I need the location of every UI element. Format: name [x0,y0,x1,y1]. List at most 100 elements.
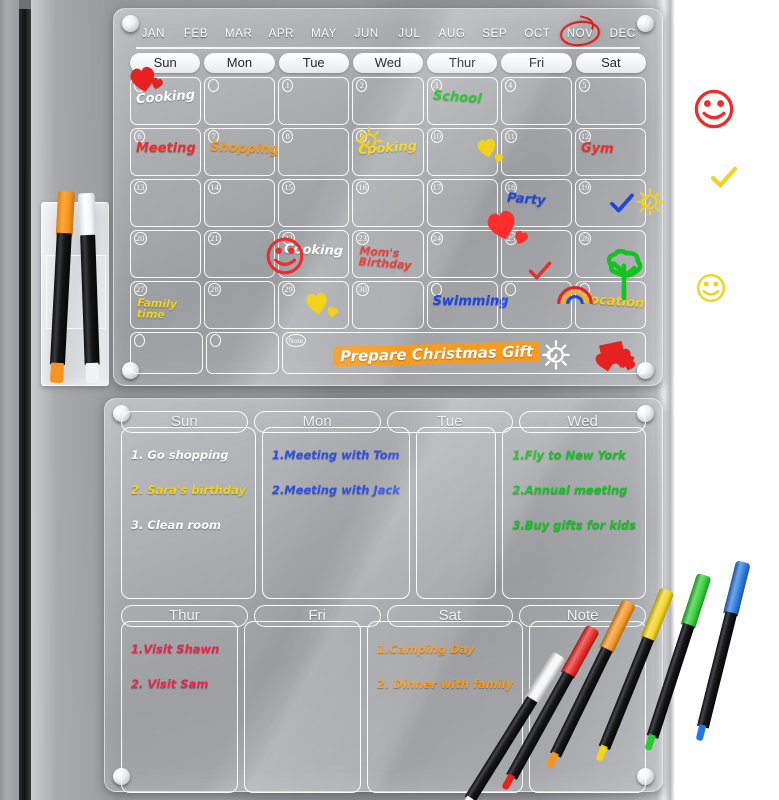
week-cell-mon[interactable]: 1.Meeting with Tom 2.Meeting with Jack [261,427,410,599]
calendar-day-number: 20 [134,232,147,245]
month-note-row[interactable]: Note Prepare Christmas Gift [130,332,646,374]
month-option-nov[interactable]: NOV [558,18,602,49]
calendar-day-number: 28 [208,283,221,296]
weekly-planner-board[interactable]: Sun Mon Tue Wed 1. Go shopping 2. Sara's bir… [104,398,663,793]
month-option-apr[interactable]: APR [260,28,303,40]
calendar-day-number [430,283,442,298]
calendar-day-cell[interactable]: 24 [426,230,498,278]
white-marker-cap [77,192,97,238]
week-cell-wed[interactable]: 1.Fly to New York 2.Annual meeting 3.Buy g… [502,427,646,599]
day-number-ring: 12 [578,130,592,143]
calendar-day-cell[interactable]: 27 Family time [130,281,202,329]
calendar-day-cell[interactable]: 11 [500,128,572,176]
calendar-day-cell[interactable]: 26 [574,230,646,278]
calendar-day-cell[interactable]: 30 [352,281,424,329]
month-option-may[interactable]: MAY [303,28,346,40]
calendar-entry-text: Mom's Birthday [358,244,413,272]
note-blank-cell-1[interactable] [130,332,203,374]
calendar-day-cell[interactable]: 16 [352,179,424,227]
week-top-body-row[interactable]: 1. Go shopping 2. Sara's birthday 3. Clean… [121,427,646,599]
calendar-day-cell[interactable] [500,281,572,329]
calendar-day-number: 8 [282,130,294,143]
month-option-label: JUN [354,28,379,40]
week-cell-thur[interactable]: 1.Visit Shawn 2. Visit Sam [121,621,238,793]
calendar-day-cell[interactable]: 8 [278,128,350,176]
sticker-heart-red-note-small [619,353,635,368]
week-cell-sat[interactable]: 1.Camping Day 2. Dinner with family [366,621,524,793]
calendar-day-cell[interactable]: 25 [500,230,572,278]
calendar-day-cell[interactable]: Cooking [130,77,202,125]
calendar-day-cell[interactable]: 17 [426,179,498,227]
calendar-day-cell[interactable]: 5 [574,77,646,125]
note-wide-cell[interactable]: Note Prepare Christmas Gift [281,332,646,374]
note-entry-text: Prepare Christmas Gift [332,341,541,367]
calendar-day-number: 19 [578,181,592,194]
week-bottom-section: Thur Fri Sat Note 1.Visit Shawn 2. Visit Sam… [121,605,646,793]
calendar-day-cell[interactable]: Swimming [426,281,509,329]
calendar-day-cell[interactable]: 23 Mom's Birthday [352,230,424,278]
week-cell-tue[interactable] [415,427,497,599]
calendar-day-cell[interactable]: 29 [278,281,350,329]
calendar-day-cell[interactable]: 1 [278,77,350,125]
calendar-day-cell[interactable]: 13 [130,179,202,227]
week-top-section: Sun Mon Tue Wed 1. Go shopping 2. Sara's bir… [121,411,646,599]
blue-marker-barrel [696,611,737,729]
holder-pen-white[interactable] [77,192,102,384]
day-number-ring: 13 [134,181,147,194]
calendar-day-cell[interactable]: Vocation [574,281,646,329]
calendar-day-cell[interactable]: 10 [426,128,498,176]
calendar-day-cell[interactable]: 28 [204,281,276,329]
week-cell-sun[interactable]: 1. Go shopping 2. Sara's birthday 3. Clean… [121,427,256,599]
month-day-header-wed: Wed [352,53,424,73]
calendar-day-cell[interactable]: 6 Meeting [130,128,202,176]
calendar-day-cell[interactable]: 12 Gym [574,128,646,176]
monthly-calendar-board[interactable]: JAN FEB MAR APR MAY JUN JUL AUG SEP OCT NOV DEC Sun… [113,8,738,386]
month-option-jul[interactable]: JUL [388,28,431,40]
calendar-day-number: 5 [578,79,590,92]
calendar-day-number: 11 [504,130,517,143]
calendar-day-cell[interactable]: 20 [130,230,202,278]
calendar-day-cell[interactable]: 2 [352,77,424,125]
month-option-sep[interactable]: SEP [473,28,516,40]
calendar-day-number: 23 [356,232,369,245]
calendar-day-number: 12 [578,130,592,143]
month-option-feb[interactable]: FEB [175,28,218,40]
calendar-day-cell[interactable]: 9 Cooking [352,128,424,176]
day-number-ring: 27 [134,283,147,296]
orange-marker-nib [545,751,559,769]
month-option-oct[interactable]: OCT [516,28,559,40]
calendar-day-cell[interactable] [204,77,276,125]
day-number-ring: 10 [430,130,444,143]
calendar-day-cell[interactable]: 7 Shopping [204,128,280,176]
calendar-day-cell[interactable]: 22 Cooking [278,230,350,278]
week-cell-fri[interactable] [243,621,361,793]
month-option-aug[interactable]: AUG [431,28,474,40]
month-option-dec[interactable]: DEC [601,28,644,40]
month-selector-strip[interactable]: JAN FEB MAR APR MAY JUN JUL AUG SEP OCT NOV DEC [132,18,644,49]
calendar-day-number: 21 [208,232,221,245]
note-blank-cell-2[interactable] [205,332,279,374]
calendar-day-cell[interactable]: 19 [574,179,646,227]
calendar-entry-text: School [432,88,482,107]
calendar-day-cell[interactable]: 18 Party [500,179,572,227]
month-option-label: FEB [183,28,209,40]
day-number-ring: 14 [208,181,221,194]
calendar-day-number: 14 [208,181,221,194]
month-option-jun[interactable]: JUN [345,28,388,40]
calendar-entry-text: Gym [580,140,614,157]
week-bottom-body-row[interactable]: 1.Visit Shawn 2. Visit Sam 1.Camping Day 2.… [121,621,646,793]
calendar-day-cell[interactable]: 14 [204,179,276,227]
calendar-day-cell[interactable]: 21 [204,230,276,278]
calendar-day-cell[interactable]: 3 School [426,77,498,125]
month-option-jan[interactable]: JAN [132,28,175,40]
screenshot-root: JAN FEB MAR APR MAY JUN JUL AUG SEP OCT NOV DEC Sun… [0,0,779,800]
month-option-mar[interactable]: MAR [217,28,260,40]
month-day-grid[interactable]: Cooking 1 2 3 School 4 5 6 Meeting 7 Shopping 8 9 Coo… [130,77,646,329]
day-number-ring: 28 [208,283,221,296]
week-entry-line: 3.Buy gifts for kids [512,518,636,532]
orange-marker-barrel [49,232,72,366]
calendar-day-cell[interactable]: 4 [500,77,572,125]
calendar-day-cell[interactable]: 15 [278,179,350,227]
calendar-day-number: 27 [134,283,147,296]
pen-holder[interactable] [41,190,109,386]
